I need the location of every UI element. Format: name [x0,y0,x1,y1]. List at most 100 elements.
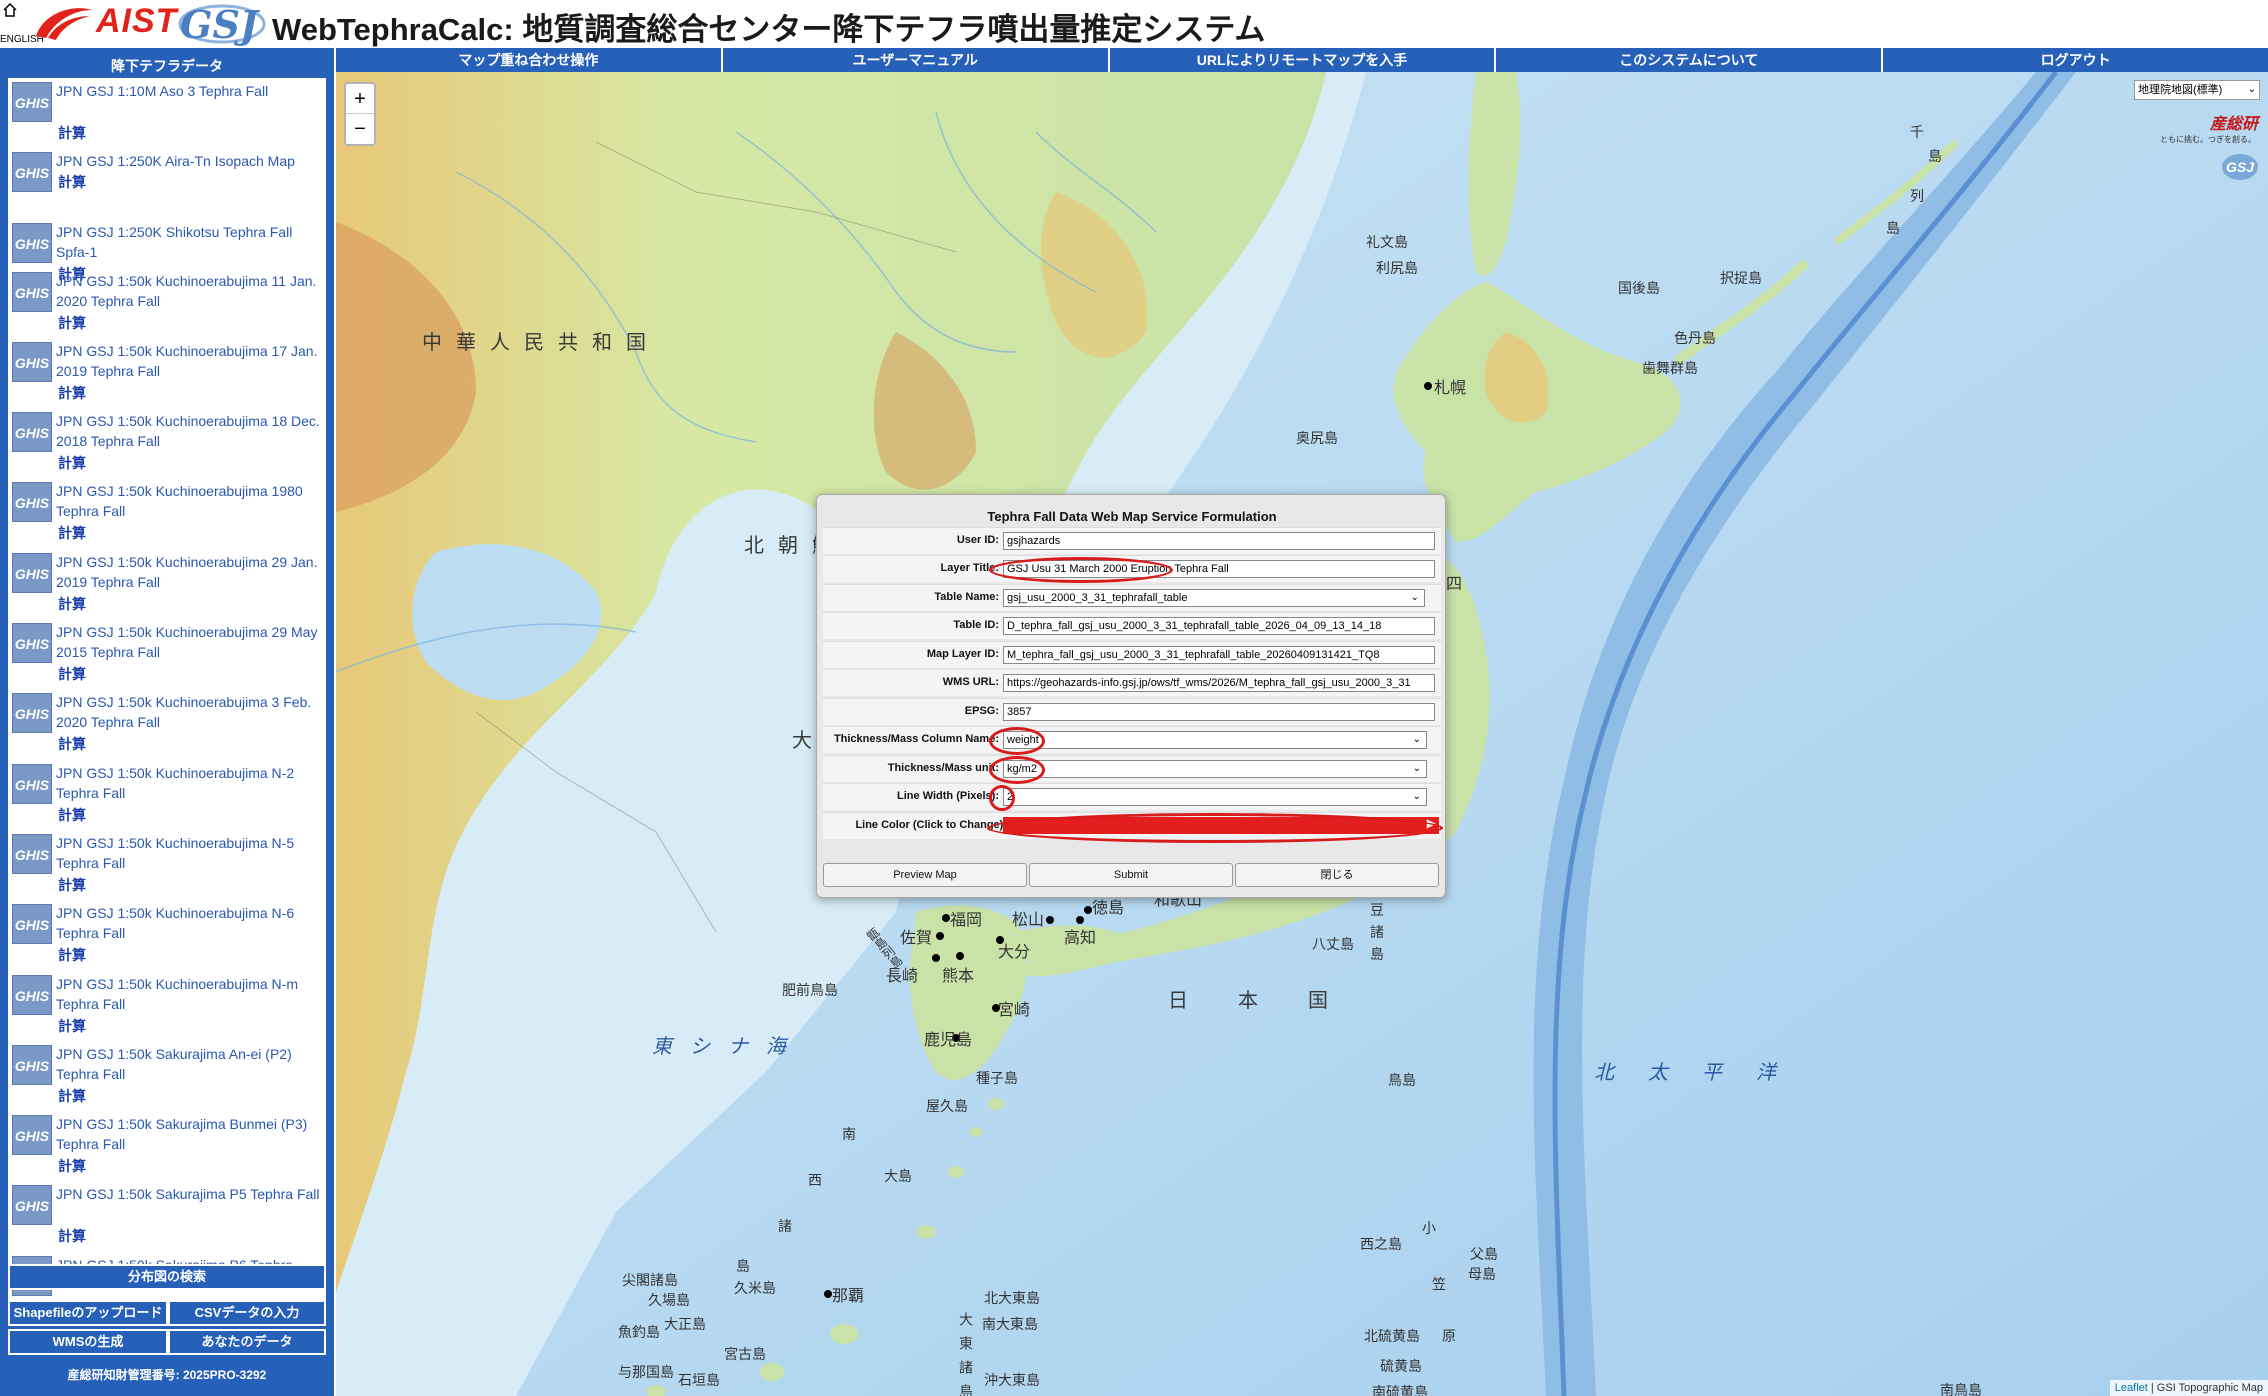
layer-title[interactable]: JPN GSJ 1:50k Kuchinoerabujima 3 Feb. 20… [56,692,326,732]
table-name-select[interactable]: gsj_usu_2000_3_31_tephrafall_table ⌄ [1003,589,1425,607]
layer-title[interactable]: JPN GSJ 1:250K Shikotsu Tephra Fall Spfa… [56,222,326,262]
preview-map-button[interactable]: Preview Map [823,863,1027,887]
layer-title[interactable]: JPN GSJ 1:50k Kuchinoerabujima N-5 Tephr… [56,833,326,873]
epsg-field[interactable]: 3857 [1003,703,1435,721]
layer-title[interactable]: JPN GSJ 1:50k Kuchinoerabujima 18 Dec. 2… [56,411,326,451]
layer-title-field[interactable]: GSJ Usu 31 March 2000 Eruption Tephra Fa… [1003,560,1435,578]
nav-logout[interactable]: ログアウト [1883,48,2268,72]
calculate-link[interactable]: 計算 [58,123,86,143]
layer-title[interactable]: JPN GSJ 1:50k Kuchinoerabujima 17 Jan. 2… [56,341,326,381]
ghis-icon[interactable]: GHIS [12,152,52,193]
ghis-icon[interactable]: GHIS [12,341,52,382]
ghis-icon[interactable]: GHIS [12,1185,52,1226]
calculate-link[interactable]: 計算 [58,1156,86,1176]
map-label-place: 大島 [884,1168,912,1184]
layer-title[interactable]: JPN GSJ 1:50k Kuchinoerabujima 29 Jan. 2… [56,552,326,592]
thickness-column-select[interactable]: weight ⌄ [1003,731,1427,749]
ghis-icon[interactable]: GHIS [12,82,52,122]
calculate-link[interactable]: 計算 [58,172,86,192]
home-icon [3,2,17,17]
ghis-icon[interactable]: GHIS [12,763,52,804]
calculate-link[interactable]: 計算 [58,1086,86,1106]
layer-title[interactable]: JPN GSJ 1:50k Kuchinoerabujima N-6 Tephr… [56,903,326,943]
map-label-place: 沖大東島 [984,1372,1040,1388]
ghis-icon[interactable]: GHIS [12,974,52,1015]
submit-button[interactable]: Submit [1029,863,1233,887]
thickness-unit-select[interactable]: kg/m2 ⌄ [1003,760,1427,778]
table-id-field[interactable]: D_tephra_fall_gsj_usu_2000_3_31_tephrafa… [1003,617,1435,635]
ghis-icon[interactable]: GHIS [12,482,52,523]
ghis-icon[interactable]: GHIS [12,904,52,945]
map-label-place: 久場島 [648,1292,690,1308]
nav-map-overlay[interactable]: マップ重ね合わせ操作 [336,48,723,72]
map-label-place: 列 [1910,188,1924,204]
calculate-link[interactable]: 計算 [58,734,86,754]
dialog-title: Tephra Fall Data Web Map Service Formula… [987,509,1277,524]
upload-shapefile-button[interactable]: Shapefileのアップロード [8,1300,168,1326]
calculate-link[interactable]: 計算 [58,383,86,403]
layer-title[interactable]: JPN GSJ 1:50k Kuchinoerabujima 29 May 20… [56,622,326,662]
nav-user-manual[interactable]: ユーザーマニュアル [723,48,1110,72]
layer-title[interactable]: JPN GSJ 1:50k Kuchinoerabujima N-m Tephr… [56,974,326,1014]
map-label-place: 西之島 [1360,1236,1402,1252]
layer-title[interactable]: JPN GSJ 1:250K Aira-Tn Isopach Map [56,151,326,171]
nav-remote-map[interactable]: URLによりリモートマップを入手 [1110,48,1497,72]
layer-title[interactable]: JPN GSJ 1:10M Aso 3 Tephra Fall [56,81,326,101]
ghis-icon[interactable]: GHIS [12,222,52,263]
ghis-icon[interactable]: GHIS [12,412,52,453]
layer-title[interactable]: JPN GSJ 1:50k Kuchinoerabujima 11 Jan. 2… [56,271,326,311]
nav-about[interactable]: このシステムについて [1496,48,1884,72]
zoom-out-button[interactable]: − [346,114,374,144]
ghis-icon[interactable]: GHIS [12,552,52,593]
csv-input-button[interactable]: CSVデータの入力 [168,1300,326,1326]
calculate-link[interactable]: 計算 [58,313,86,333]
map-label-place: 豆 [1370,902,1384,918]
ghis-icon[interactable]: GHIS [12,833,52,874]
wms-url-field[interactable]: https://geohazards-info.gsj.jp/ows/tf_wm… [1003,674,1435,692]
user-id-field[interactable]: gsjhazards [1003,532,1435,550]
layer-title[interactable]: JPN GSJ 1:50k Sakurajima An-ei (P2) Teph… [56,1044,326,1084]
basemap-select[interactable]: 地理院地図(標準) ⌄ [2134,80,2260,100]
zoom-in-button[interactable]: + [346,84,374,114]
ghis-icon[interactable]: GHIS [12,1115,52,1156]
layer-title[interactable]: JPN GSJ 1:50k Sakurajima Bunmei (P3) Tep… [56,1114,326,1154]
your-data-button[interactable]: あなたのデータ [168,1329,326,1355]
map-label-place: 択捉島 [1720,270,1762,286]
calculate-link[interactable]: 計算 [58,945,86,965]
management-number: 産総研知財管理番号: 2025PRO-3292 [67,1368,267,1382]
map-label-place: 種子島 [976,1070,1018,1086]
layer-title[interactable]: JPN GSJ 1:50k Kuchinoerabujima 1980 Teph… [56,481,326,521]
city-marker [1084,906,1092,914]
generate-wms-button[interactable]: WMSの生成 [8,1329,168,1355]
calculate-link[interactable]: 計算 [58,1016,86,1036]
map-layer-id-label: Map Layer ID: [926,648,999,660]
layer-title[interactable]: JPN GSJ 1:50k Sakurajima P5 Tephra Fall [56,1184,326,1204]
tephra-layer-list[interactable]: GHIS JPN GSJ 1:10M Aso 3 Tephra Fall 計算 … [8,78,326,1301]
calculate-link[interactable]: 計算 [58,523,86,543]
map-layer-id-field[interactable]: M_tephra_fall_gsj_usu_2000_3_31_tephrafa… [1003,646,1435,664]
layer-title[interactable]: JPN GSJ 1:50k Kuchinoerabujima N-2 Tephr… [56,763,326,803]
map-label-city: 宮崎 [998,1002,1031,1019]
calculate-link[interactable]: 計算 [58,1226,86,1246]
close-dialog-button[interactable]: 閉じる [1235,863,1439,887]
form-row-thickness-column: Thickness/Mass Column Name: weight ⌄ [823,726,1441,753]
map-label-east-china-sea: 東シナ海 [652,1036,804,1058]
map-label-city: 松山 [1012,912,1045,929]
line-width-value: 2 [1007,791,1014,803]
leaflet-link[interactable]: Leaflet [2115,1382,2148,1394]
city-marker [932,954,940,962]
calculate-link[interactable]: 計算 [58,875,86,895]
calculate-link[interactable]: 計算 [58,805,86,825]
line-width-select[interactable]: 2 ⌄ [1003,788,1427,806]
ghis-icon[interactable]: GHIS [12,693,52,734]
calculate-link[interactable]: 計算 [58,594,86,614]
map-label-place: 島 [1370,946,1384,962]
calculate-link[interactable]: 計算 [58,453,86,473]
ghis-icon[interactable]: GHIS [12,1044,52,1085]
calculate-link[interactable]: 計算 [58,664,86,684]
map-label-place: 北硫黄島 [1364,1328,1420,1344]
line-color-picker[interactable]: ▶ [1003,816,1439,834]
ghis-icon[interactable]: GHIS [12,623,52,664]
ghis-icon[interactable]: GHIS [12,271,52,312]
search-distribution-button[interactable]: 分布図の検索 [8,1264,326,1290]
